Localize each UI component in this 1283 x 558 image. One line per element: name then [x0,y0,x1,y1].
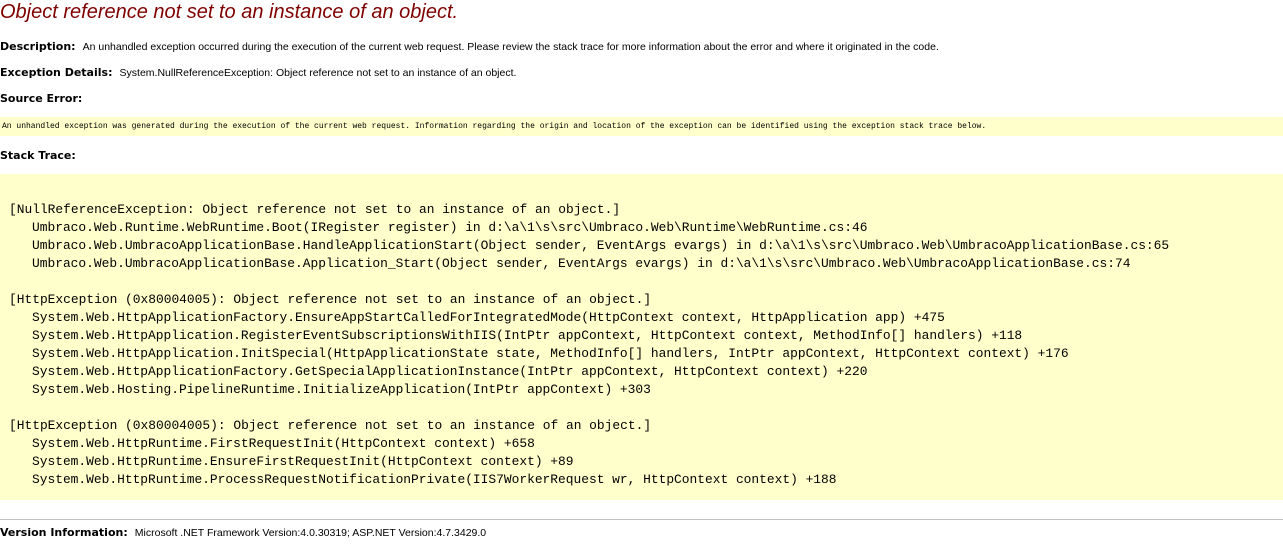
trace-frame: System.Web.HttpApplication.InitSpecial(H… [32,346,1069,361]
stack-trace-box: [NullReferenceException: Object referenc… [0,174,1283,500]
source-error-text: An unhandled exception was generated dur… [2,122,987,131]
version-info-text: Microsoft .NET Framework Version:4.0.303… [134,527,487,539]
trace-frame: System.Web.Hosting.PipelineRuntime.Initi… [32,382,651,397]
trace-frame: System.Web.HttpRuntime.ProcessRequestNot… [32,472,837,487]
version-info-section: Version Information: Microsoft .NET Fram… [0,526,486,540]
trace-spacer [9,273,1283,291]
trace-block-3-header: [HttpException (0x80004005): Object refe… [9,418,652,433]
stack-trace-section: Stack Trace: [0,149,80,163]
description-label: Description: [0,40,76,53]
exception-details-text: System.NullReferenceException: Object re… [119,67,517,79]
trace-frame: System.Web.HttpApplication.RegisterEvent… [32,328,1023,343]
trace-frame: Umbraco.Web.Runtime.WebRuntime.Boot(IReg… [32,220,868,235]
trace-block-1-header: [NullReferenceException: Object referenc… [9,202,621,217]
trace-spacer [9,399,1283,417]
source-error-section: Source Error: [0,92,86,106]
trace-frame: System.Web.HttpApplicationFactory.Ensure… [32,310,945,325]
trace-frame: Umbraco.Web.UmbracoApplicationBase.Appli… [32,256,1131,271]
trace-frame: System.Web.HttpRuntime.FirstRequestInit(… [32,436,535,451]
stack-trace-label: Stack Trace: [0,149,76,162]
trace-frame: System.Web.HttpApplicationFactory.GetSpe… [32,364,868,379]
trace-frame: Umbraco.Web.UmbracoApplicationBase.Handl… [32,238,1170,253]
footer-divider [0,519,1283,520]
exception-details-section: Exception Details: System.NullReferenceE… [0,66,516,80]
source-error-label: Source Error: [0,92,83,105]
stack-trace-content: [NullReferenceException: Object referenc… [0,174,1283,489]
source-error-box: An unhandled exception was generated dur… [0,117,1283,136]
description-text: An unhandled exception occurred during t… [82,41,939,53]
description-section: Description: An unhandled exception occu… [0,40,939,54]
trace-frame: System.Web.HttpRuntime.EnsureFirstReques… [32,454,574,469]
page-title: Object reference not set to an instance … [0,1,459,23]
version-info-label: Version Information: [0,526,128,539]
exception-details-label: Exception Details: [0,66,113,79]
trace-block-2-header: [HttpException (0x80004005): Object refe… [9,292,652,307]
